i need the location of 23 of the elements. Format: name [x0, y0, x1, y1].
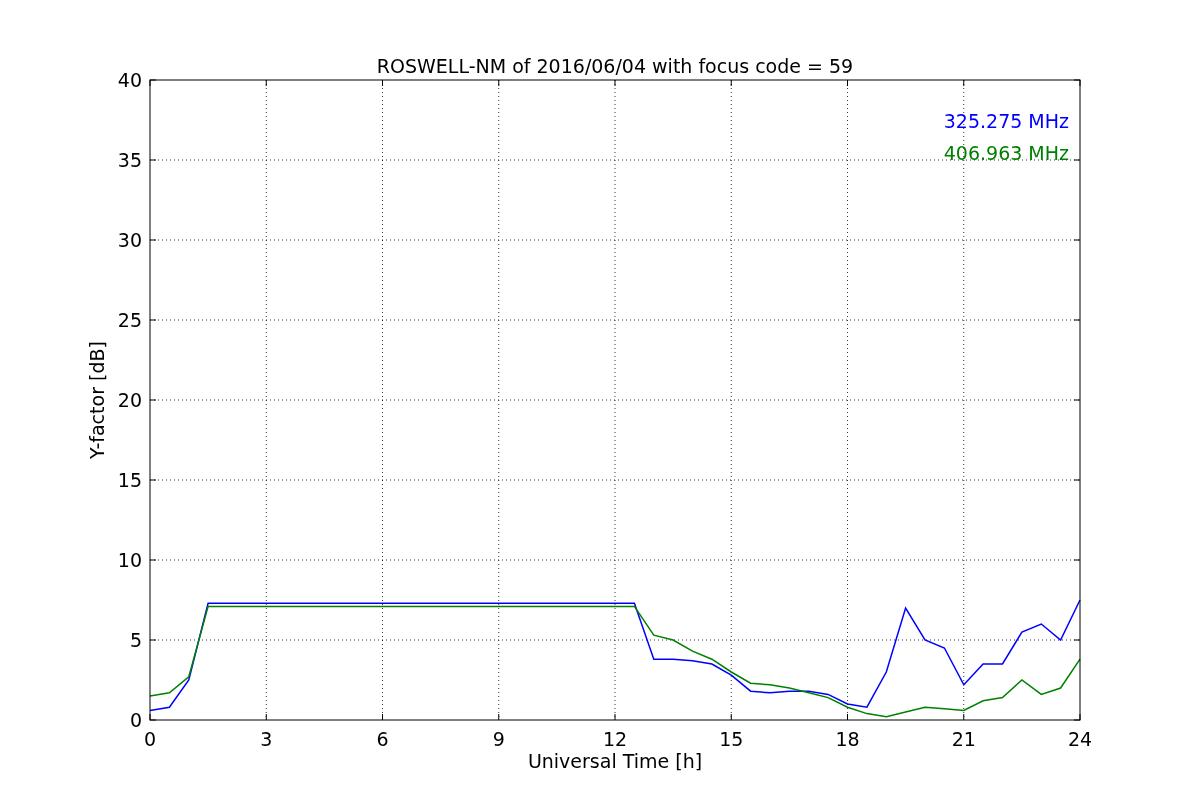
legend-label: 325.275 MHz: [943, 110, 1069, 132]
y-tick-label: 25: [117, 309, 142, 331]
x-axis-label: Universal Time [h]: [527, 750, 703, 772]
y-tick-label: 0: [129, 709, 142, 731]
x-tick-label: 9: [492, 728, 505, 750]
y-tick-label: 40: [117, 69, 142, 91]
x-tick-label: 18: [835, 728, 860, 750]
y-tick-label: 10: [117, 549, 142, 571]
y-tick-label: 35: [117, 149, 142, 171]
x-tick-label: 6: [376, 728, 389, 750]
y-axis-label: Y-factor [dB]: [86, 341, 108, 459]
x-tick-label: 24: [1067, 728, 1093, 750]
y-tick-label: 20: [117, 389, 142, 411]
y-tick-label: 5: [129, 629, 142, 651]
x-tick-label: 15: [719, 728, 744, 750]
chart-title: ROSWELL-NM of 2016/06/04 with focus code = 59: [376, 55, 854, 77]
x-tick-label: 12: [602, 728, 628, 750]
legend-label: 406.963 MHz: [943, 142, 1069, 164]
x-tick-label: 3: [260, 728, 273, 750]
x-tick-label: 0: [143, 728, 157, 750]
x-tick-label: 21: [951, 728, 976, 750]
y-tick-label: 15: [117, 469, 142, 491]
y-tick-label: 30: [117, 229, 142, 251]
